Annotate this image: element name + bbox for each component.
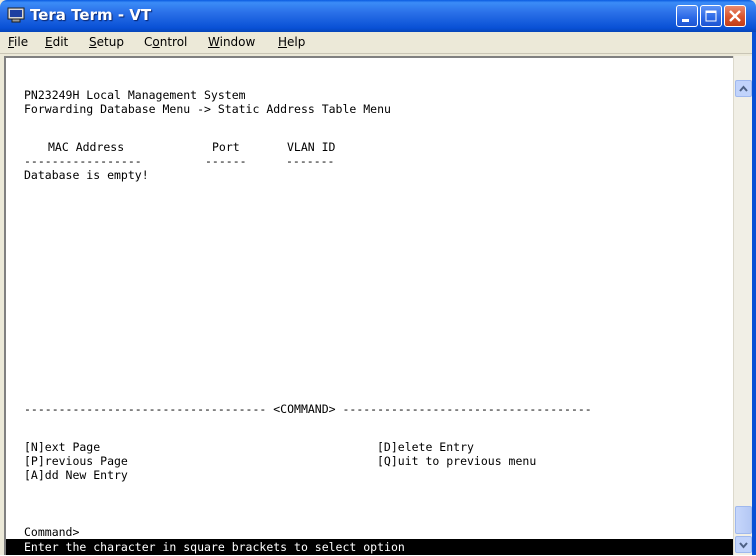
window-title: Tera Term - VT — [30, 6, 152, 24]
menu-file[interactable]: File — [8, 35, 28, 49]
empty-message: Database is empty! — [24, 168, 149, 182]
cmd-add-new-entry: [A]dd New Entry — [24, 468, 128, 482]
menu-control[interactable]: Control — [144, 35, 187, 49]
minimize-button[interactable] — [676, 5, 698, 27]
command-separator: ----------------------------------- <COM… — [24, 402, 592, 416]
column-header-port: Port — [212, 140, 240, 154]
terminal-screen[interactable]: PN23249H Local Management System Forward… — [4, 56, 733, 555]
title-bar[interactable]: Tera Term - VT — [0, 0, 756, 32]
menu-window[interactable]: Window — [208, 35, 255, 49]
command-prompt[interactable]: Command> — [24, 525, 79, 539]
window-border — [752, 32, 756, 555]
menu-breadcrumb: Forwarding Database Menu -> Static Addre… — [24, 102, 391, 116]
column-underline-mac: ----------------- — [24, 154, 142, 168]
cmd-previous-page: [P]revious Page — [24, 454, 128, 468]
menu-edit[interactable]: Edit — [45, 35, 68, 49]
scroll-down-button[interactable] — [735, 536, 752, 553]
status-line: Enter the character in square brackets t… — [6, 539, 733, 555]
cmd-delete-entry: [D]elete Entry — [377, 440, 474, 454]
scroll-thumb[interactable] — [735, 506, 752, 534]
menu-bar: File Edit Setup Control Window Help — [0, 32, 756, 54]
close-icon — [729, 10, 741, 22]
close-button[interactable] — [724, 5, 746, 27]
chevron-down-icon — [739, 542, 748, 549]
cmd-next-page: [N]ext Page — [24, 440, 101, 454]
tera-term-window: Tera Term - VT File Edit Setup Control W… — [0, 0, 756, 555]
column-underline-vlan: ------- — [286, 154, 335, 168]
menu-help[interactable]: Help — [278, 35, 305, 49]
menu-setup[interactable]: Setup — [89, 35, 124, 49]
maximize-button[interactable] — [700, 5, 722, 27]
minimize-icon — [682, 19, 689, 22]
system-name: PN23249H Local Management System — [24, 88, 246, 102]
column-header-vlan: VLAN ID — [287, 140, 336, 154]
column-header-mac: MAC Address — [48, 140, 125, 154]
vertical-scrollbar[interactable] — [733, 56, 752, 555]
chevron-up-icon — [739, 85, 748, 92]
cmd-quit: [Q]uit to previous menu — [377, 454, 537, 468]
column-underline-port: ------ — [205, 154, 247, 168]
scroll-up-button[interactable] — [735, 80, 752, 97]
maximize-icon — [705, 10, 717, 22]
status-line-text: Enter the character in square brackets t… — [24, 540, 405, 554]
terminal-app-icon — [7, 7, 25, 23]
